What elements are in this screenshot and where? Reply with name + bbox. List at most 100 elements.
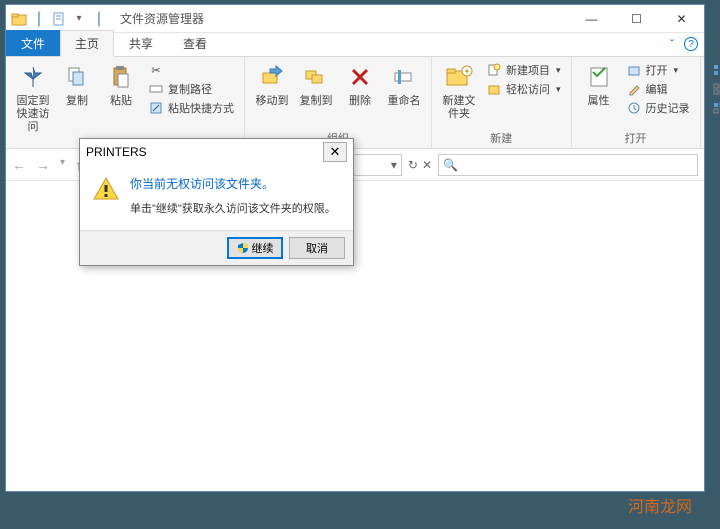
open-button[interactable]: 打开▾ bbox=[622, 61, 694, 79]
tab-share[interactable]: 共享 bbox=[114, 30, 168, 56]
delete-button[interactable]: 删除 bbox=[339, 59, 381, 110]
cancel-label: 取消 bbox=[306, 240, 328, 256]
open-icon bbox=[626, 62, 642, 78]
window-controls: — ☐ ✕ bbox=[569, 5, 704, 33]
dialog-main-text: 你当前无权访问该文件夹。 bbox=[130, 175, 336, 192]
dropdown-icon[interactable]: ▾ bbox=[70, 10, 88, 28]
ribbon-tabs: 文件 主页 共享 查看 ˇ ? bbox=[6, 33, 704, 57]
easy-access-icon bbox=[486, 81, 502, 97]
document-icon[interactable] bbox=[50, 10, 68, 28]
properties-label: 属性 bbox=[588, 95, 610, 108]
address-dropdown-icon[interactable]: ▾ bbox=[391, 158, 397, 172]
copy-button[interactable]: 复制 bbox=[56, 59, 98, 110]
properties-button[interactable]: 属性 bbox=[578, 59, 620, 110]
continue-button[interactable]: 继续 bbox=[227, 237, 283, 259]
cancel-button[interactable]: 取消 bbox=[289, 237, 345, 259]
qat-separator-2: | bbox=[90, 10, 108, 28]
rename-label: 重命名 bbox=[388, 95, 421, 108]
organize-group: 移动到 复制到 删除 重命名 组织 bbox=[245, 57, 432, 148]
paste-button[interactable]: 粘贴 bbox=[100, 59, 142, 110]
history-label: 历史记录 bbox=[646, 100, 690, 116]
ribbon: 固定到快速访问 复制 粘贴 ✂ 复制路径 粘贴快捷方式 剪贴板 bbox=[6, 57, 704, 149]
move-to-button[interactable]: 移动到 bbox=[251, 59, 293, 110]
pin-button[interactable]: 固定到快速访问 bbox=[12, 59, 54, 137]
cut-button[interactable]: ✂ bbox=[144, 61, 238, 79]
open-group: 属性 打开▾ 编辑 历史记录 打开 bbox=[572, 57, 701, 148]
properties-icon bbox=[583, 61, 615, 93]
svg-text:✦: ✦ bbox=[464, 67, 471, 76]
chevron-icon-3: ▾ bbox=[674, 65, 679, 76]
paste-shortcut-button[interactable]: 粘贴快捷方式 bbox=[144, 99, 238, 117]
copy-to-label: 复制到 bbox=[300, 95, 333, 108]
continue-label: 继续 bbox=[252, 240, 274, 256]
move-to-label: 移动到 bbox=[256, 95, 289, 108]
clear-button[interactable]: ✕ bbox=[422, 158, 432, 172]
copy-to-button[interactable]: 复制到 bbox=[295, 59, 337, 110]
history-icon bbox=[626, 100, 642, 116]
close-button[interactable]: ✕ bbox=[659, 5, 704, 33]
forward-button[interactable]: → bbox=[36, 157, 50, 173]
quick-access-toolbar: | ▾ | bbox=[6, 10, 112, 28]
new-group: ✦ 新建文件夹 新建项目 ▾ 轻松访问▾ 新建 bbox=[432, 57, 572, 148]
tab-view[interactable]: 查看 bbox=[168, 30, 222, 56]
paste-shortcut-label: 粘贴快捷方式 bbox=[168, 100, 234, 116]
dialog-title: PRINTERS bbox=[86, 145, 147, 159]
open-group-label: 打开 bbox=[578, 128, 694, 148]
rename-button[interactable]: 重命名 bbox=[383, 59, 425, 110]
chevron-icon-2: ▾ bbox=[556, 84, 561, 95]
titlebar: | ▾ | 文件资源管理器 — ☐ ✕ bbox=[6, 5, 704, 33]
uac-shield-icon bbox=[237, 242, 249, 254]
path-icon bbox=[148, 81, 164, 97]
tab-file[interactable]: 文件 bbox=[6, 30, 60, 56]
history-button[interactable]: 历史记录 bbox=[622, 99, 694, 117]
copy-icon bbox=[61, 61, 93, 93]
edit-label: 编辑 bbox=[646, 81, 668, 97]
ribbon-collapse: ˇ ? bbox=[670, 37, 698, 51]
window-title: 文件资源管理器 bbox=[120, 10, 569, 27]
folder-icon bbox=[10, 10, 28, 28]
easy-access-button[interactable]: 轻松访问▾ bbox=[482, 80, 565, 98]
collapse-icon[interactable]: ˇ bbox=[670, 37, 674, 51]
help-icon[interactable]: ? bbox=[684, 37, 698, 51]
move-icon bbox=[256, 61, 288, 93]
minimize-button[interactable]: — bbox=[569, 5, 614, 33]
copy-path-label: 复制路径 bbox=[168, 81, 212, 97]
clipboard-group: 固定到快速访问 复制 粘贴 ✂ 复制路径 粘贴快捷方式 剪贴板 bbox=[6, 57, 245, 148]
delete-label: 删除 bbox=[349, 95, 371, 108]
qat-separator: | bbox=[30, 10, 48, 28]
new-folder-icon: ✦ bbox=[443, 61, 475, 93]
select-group: 全部选择 全部取消 反向选择 选择 bbox=[701, 57, 720, 148]
shortcut-icon bbox=[148, 100, 164, 116]
rename-icon bbox=[388, 61, 420, 93]
history-dropdown[interactable]: ▾ bbox=[60, 157, 65, 173]
chevron-icon: ▾ bbox=[556, 65, 561, 76]
maximize-button[interactable]: ☐ bbox=[614, 5, 659, 33]
select-group-label: 选择 bbox=[707, 128, 720, 148]
permission-dialog: PRINTERS ✕ 你当前无权访问该文件夹。 单击"继续"获取永久访问该文件夹… bbox=[79, 138, 354, 266]
dialog-close-button[interactable]: ✕ bbox=[323, 142, 347, 162]
search-icon: 🔍 bbox=[443, 158, 458, 172]
select-all-button[interactable]: 全部选择 bbox=[707, 61, 720, 79]
pin-icon bbox=[17, 61, 49, 93]
new-folder-button[interactable]: ✦ 新建文件夹 bbox=[438, 59, 480, 123]
new-item-icon bbox=[486, 62, 502, 78]
copy-to-icon bbox=[300, 61, 332, 93]
paste-label: 粘贴 bbox=[110, 95, 132, 108]
copy-path-button[interactable]: 复制路径 bbox=[144, 80, 238, 98]
select-none-button[interactable]: 全部取消 bbox=[707, 80, 720, 98]
copy-label: 复制 bbox=[66, 95, 88, 108]
invert-button[interactable]: 反向选择 bbox=[707, 99, 720, 117]
select-none-icon bbox=[711, 81, 720, 97]
tab-home[interactable]: 主页 bbox=[60, 30, 114, 57]
edit-button[interactable]: 编辑 bbox=[622, 80, 694, 98]
search-box[interactable]: 🔍 bbox=[438, 154, 698, 176]
back-button[interactable]: ← bbox=[12, 157, 26, 173]
new-item-button[interactable]: 新建项目 ▾ bbox=[482, 61, 565, 79]
watermark: 河南龙网 bbox=[628, 493, 692, 517]
new-item-label: 新建项目 bbox=[506, 62, 550, 78]
invert-icon bbox=[711, 100, 720, 116]
refresh-button[interactable]: ↻ bbox=[408, 158, 418, 172]
new-group-label: 新建 bbox=[438, 128, 565, 148]
select-all-icon bbox=[711, 62, 720, 78]
dialog-titlebar: PRINTERS ✕ bbox=[80, 139, 353, 165]
